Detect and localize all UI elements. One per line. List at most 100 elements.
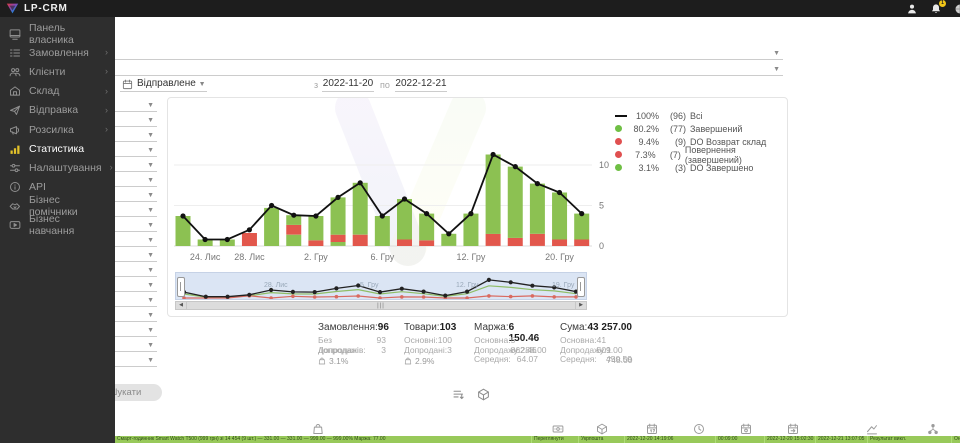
summary-group-3: Маржа:6 150.46Основна:5 862.46Допродажу:… — [474, 322, 538, 364]
orders-chart[interactable]: 051024. Лис28. Лис2. Гру6. Гру12. Гру20.… — [172, 100, 622, 266]
filter-select-top-1[interactable]: ▼ — [100, 45, 783, 60]
trend-icon[interactable] — [866, 423, 878, 435]
summary-value: 6 150.46 — [509, 322, 540, 335]
svg-text:2. Гру: 2. Гру — [304, 252, 328, 262]
chevron-right-icon: › — [105, 125, 108, 134]
chevron-down-icon: ▼ — [147, 177, 154, 184]
summary-sub-value: 288.00 — [521, 345, 547, 355]
sidebar-item-6[interactable]: Розсилка› — [0, 120, 115, 139]
sidebar-item-label: Бізнес навчання — [29, 213, 108, 237]
calendar-arrow-icon[interactable] — [787, 423, 799, 435]
chevron-right-icon: › — [105, 48, 108, 57]
brand-name: LP-CRM — [24, 3, 68, 14]
chevron-down-icon: ▼ — [147, 342, 154, 349]
table-row[interactable]: Смарт-годинник Smart Watch T500 (999 грн… — [115, 436, 960, 443]
date-to-input[interactable]: 2022-12-21 — [395, 78, 447, 92]
chart-scrollbar[interactable]: ◀ ▶ ||| — [175, 301, 587, 310]
chevron-down-icon: ▼ — [147, 282, 154, 289]
summary-percent: 2.9% — [415, 356, 434, 366]
legend-item-2[interactable]: 80.2%(77)Завершений — [615, 122, 787, 135]
legend-marker-icon — [615, 138, 629, 145]
legend-percent: 80.2% — [629, 124, 659, 134]
sidebar-item-8[interactable]: Налаштування› — [0, 158, 115, 177]
svg-text:0: 0 — [599, 241, 604, 251]
filter-select-top-2[interactable]: ▼ — [100, 61, 783, 76]
bag-icon[interactable] — [312, 423, 324, 435]
sidebar-item-label: Склад — [29, 85, 59, 97]
summary-sub-value: 3 — [447, 345, 452, 355]
legend-item-1[interactable]: 100%(96)Всі — [615, 109, 787, 122]
table-cell: Смарт-годинник Smart Watch T500 (999 грн… — [115, 436, 532, 443]
summary-sub-label: Допродажу: — [474, 345, 521, 355]
warehouse-icon — [9, 85, 21, 97]
table-cell: Результат викл. — [868, 436, 952, 443]
helpers-icon — [9, 200, 21, 212]
range-handle-left[interactable] — [177, 277, 185, 297]
sidebar-nav: Панель власникаЗамовлення›Клієнти›Склад›… — [0, 17, 115, 443]
chevron-down-icon: ▼ — [147, 357, 154, 364]
sidebar-item-label: Замовлення — [29, 47, 89, 59]
banknote-icon[interactable] — [552, 423, 564, 435]
chevron-down-icon: ▼ — [773, 66, 780, 73]
mini-axis-label: 5. Гру — [360, 282, 379, 289]
sidebar-item-2[interactable]: Замовлення › — [0, 43, 115, 62]
package-icon[interactable] — [596, 423, 608, 435]
mailing-icon — [9, 124, 21, 136]
package-icon[interactable] — [477, 388, 490, 401]
date-from-input[interactable]: 2022-11-20 — [322, 78, 374, 92]
scroll-left-icon[interactable]: ◀ — [176, 302, 187, 309]
summary-sub-value: 3 — [381, 345, 386, 355]
range-selector[interactable]: 28. Лис5. Гру12. Гру19. Гру — [175, 272, 587, 300]
table-cell: Онлайн — [952, 436, 960, 443]
svg-text:10: 10 — [599, 160, 609, 170]
summary-group-4: Сума:43 257.00Основна:41 509.00Допродажу… — [560, 322, 632, 364]
legend-percent: 7.3% — [628, 150, 656, 160]
legend-item-4[interactable]: 7.3%(7)Повернення (завершений) — [615, 148, 787, 161]
summary-sub-label: Допродані: — [404, 345, 447, 355]
clock-icon[interactable] — [693, 423, 705, 435]
legend-label: Завершений — [690, 124, 742, 134]
calendar-circle-icon[interactable] — [740, 423, 752, 435]
summary-sub-label: Основна: — [474, 335, 511, 345]
sidebar-item-label: API — [29, 181, 46, 193]
sidebar-item-4[interactable]: Склад› — [0, 82, 115, 101]
sidebar-item-7[interactable]: Статистика — [0, 139, 115, 158]
list-sort-icon[interactable] — [452, 388, 465, 401]
legend-marker-icon — [615, 151, 628, 158]
notifications-bell-icon[interactable]: 1 — [930, 3, 942, 15]
date-type-select[interactable]: Відправлене ▼ — [120, 78, 207, 92]
api-icon — [9, 181, 21, 193]
summary-sub-value: 41 509.00 — [597, 335, 632, 345]
svg-text:28. Лис: 28. Лис — [234, 252, 265, 262]
sidebar-item-1[interactable]: Панель власника — [0, 24, 115, 43]
summary-sub-label: Середня: — [560, 354, 597, 364]
scrollbar-grip-icon[interactable]: ||| — [377, 303, 385, 309]
sidebar-item-label: Статистика — [29, 143, 84, 155]
chevron-right-icon: › — [110, 163, 113, 172]
chevron-down-icon: ▼ — [147, 222, 154, 229]
notification-badge: 1 — [939, 0, 946, 7]
scroll-right-icon[interactable]: ▶ — [575, 302, 586, 309]
brand-logo[interactable]: LP-CRM — [6, 2, 68, 15]
legend-label: DO Завершено — [690, 163, 753, 173]
date-to-word: по — [380, 80, 390, 90]
mini-axis-label: 12. Гру — [456, 282, 478, 289]
hierarchy-icon[interactable] — [927, 423, 939, 435]
summary-title: Сума: — [560, 322, 587, 335]
summary-sub-label: Основні: — [404, 335, 438, 345]
date-type-label: Відправлене — [137, 78, 196, 89]
range-handle-right[interactable] — [577, 277, 585, 297]
legend-label: Повернення (завершений) — [685, 145, 787, 165]
profile-icon[interactable] — [906, 3, 918, 15]
sidebar-item-11[interactable]: Бізнес навчання — [0, 216, 115, 235]
language-icon[interactable] — [954, 3, 960, 15]
svg-text:24. Лис: 24. Лис — [190, 252, 221, 262]
summary-sub-label: Середня: — [474, 354, 511, 364]
chevron-down-icon: ▼ — [773, 50, 780, 57]
calendar-number-icon[interactable] — [646, 423, 658, 435]
chevron-down-icon: ▼ — [147, 147, 154, 154]
training-icon — [9, 219, 21, 231]
sidebar-item-5[interactable]: Відправка› — [0, 101, 115, 120]
chevron-down-icon: ▼ — [147, 297, 154, 304]
sidebar-item-3[interactable]: Клієнти› — [0, 62, 115, 81]
